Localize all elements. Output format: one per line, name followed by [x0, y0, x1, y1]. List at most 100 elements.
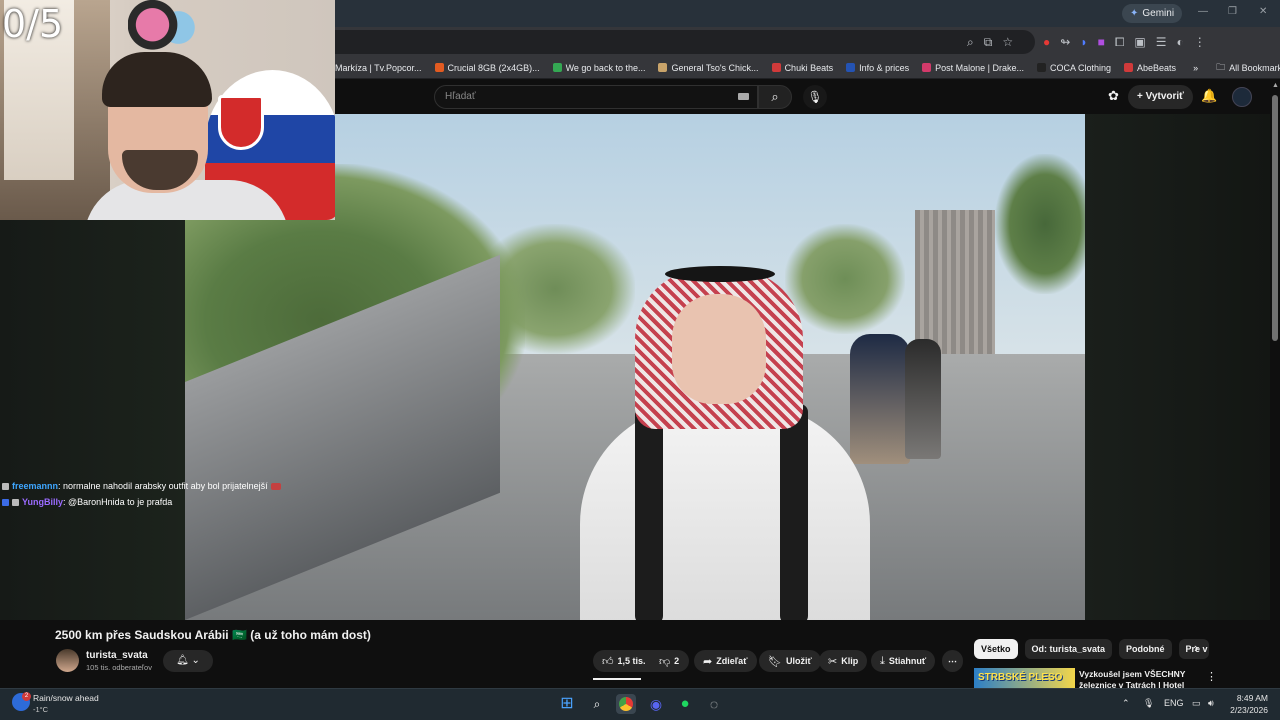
microphone-icon[interactable]: 🎙︎ [1143, 698, 1154, 709]
video-building [915, 210, 995, 355]
bookmarks-overflow-icon[interactable]: » [1193, 63, 1198, 73]
bookmark-item[interactable]: Crucial 8GB (2x4GB)... [434, 62, 540, 73]
bookmark-star-icon[interactable]: ☆ [1002, 35, 1013, 49]
spotify-icon[interactable]: ● [675, 694, 695, 714]
gear-icon[interactable]: ✿ [1108, 88, 1119, 104]
chip-from-channel[interactable]: Od: turista_svata [1024, 639, 1113, 659]
more-actions-button[interactable]: ⋯ [942, 650, 963, 672]
bookmark-label: Crucial 8GB (2x4GB)... [447, 62, 540, 73]
backpack-strap [635, 404, 663, 620]
save-button[interactable]: 🔖︎ Uložiť [759, 650, 821, 672]
bookmark-favicon-icon [552, 63, 562, 72]
bookmark-item[interactable]: Info & prices [846, 63, 909, 73]
discord-icon[interactable]: ◉ [646, 694, 666, 714]
zoom-icon[interactable]: ⌕ [967, 35, 974, 50]
create-button[interactable]: + Vytvoriť [1128, 85, 1193, 109]
weather-badge: 2 [22, 692, 31, 701]
clip-button[interactable]: ✂ Klip [819, 650, 868, 672]
cast-icon[interactable]: ⧉ [984, 35, 993, 50]
screen: ✦ Gemini — ❐ ✕ ⌕ ⧉ ☆ ● ↬ ◗ ■ ⧠ ▣ ☰ ◐ ⋮ M… [0, 0, 1280, 720]
bookmark-item[interactable]: General Tso's Chick... [658, 62, 759, 73]
language-indicator[interactable]: ENG [1164, 698, 1184, 708]
search-button[interactable]: ⌕ [758, 85, 792, 109]
page-scrollbar[interactable]: ▲ [1270, 79, 1280, 688]
clip-label: Klip [841, 656, 859, 666]
stream-chat: freemannn: normalne nahodil arabsky outf… [2, 478, 342, 510]
extension-blue-icon[interactable]: ◗ [1080, 35, 1087, 49]
chip-all[interactable]: Všetko [974, 639, 1018, 659]
bookmark-item[interactable]: Chuki Beats [771, 63, 833, 73]
user-avatar[interactable] [1232, 87, 1252, 107]
chip-related[interactable]: Podobné [1119, 639, 1172, 659]
chevron-up-icon[interactable]: ⌃ [1122, 698, 1130, 709]
gemini-button[interactable]: ✦ Gemini [1122, 4, 1183, 23]
bookmark-item[interactable]: COCA Clothing [1037, 63, 1111, 73]
chevron-down-icon: ⌄ [191, 655, 200, 666]
extension-red-icon[interactable]: ● [1043, 35, 1050, 49]
bookmark-favicon-icon [846, 63, 856, 72]
chat-message: freemannn: normalne nahodil arabsky outf… [2, 478, 342, 494]
tab-search-icon[interactable]: ▣ [1134, 35, 1145, 49]
profile-icon[interactable]: ◐ [1177, 35, 1184, 49]
like-button[interactable]: 👍︎ 1,5 tis. [593, 650, 655, 672]
close-icon[interactable]: ✕ [1259, 6, 1267, 17]
subscribed-button[interactable]: 🔔︎ ⌄ [163, 650, 213, 672]
bookmark-label: Post Malone | Drake... [935, 62, 1024, 73]
scroll-up-icon[interactable]: ▲ [1272, 82, 1279, 89]
save-label: Uložiť [785, 656, 812, 666]
recommended-title[interactable]: Vyzkoušel jsem VŠECHNY železnice v Tatrá… [1079, 669, 1189, 688]
dislike-button[interactable]: 👎︎ 2 [650, 650, 688, 672]
scrollbar-thumb[interactable] [1272, 95, 1278, 341]
minimize-icon[interactable]: — [1198, 6, 1208, 17]
thumbs-down-icon: 👎︎ [659, 655, 671, 668]
reading-list-icon[interactable]: ☰ [1156, 35, 1167, 49]
chat-message: YungBilly: @BaronHnida to je prafda [2, 494, 342, 510]
clock-date[interactable]: 2/23/2026 [1220, 705, 1268, 715]
share-label: Zdieľať [716, 656, 748, 666]
left-backdrop [0, 220, 185, 620]
obs-icon[interactable]: ◌ [704, 694, 724, 714]
maximize-icon[interactable]: ❐ [1228, 6, 1237, 17]
download-button[interactable]: ⤓ Stiahnuť [871, 650, 936, 672]
puzzle-icon[interactable]: ⧠ [1115, 35, 1125, 50]
bookmark-item[interactable]: Markíza | Tv.Popcor... [335, 63, 422, 73]
face [672, 294, 766, 404]
channel-avatar[interactable] [56, 649, 79, 672]
badge-icon [2, 483, 9, 491]
bookmark-label: COCA Clothing [1050, 62, 1112, 73]
thumbs-up-icon: 👍︎ [602, 655, 614, 668]
network-icon[interactable]: ▭ [1192, 698, 1201, 709]
address-bar[interactable] [335, 30, 1035, 54]
extension-arrow-icon[interactable]: ↬ [1060, 35, 1070, 49]
bell-icon[interactable]: 🔔 [1201, 88, 1217, 104]
windows-start-icon[interactable]: ⊞ [557, 694, 577, 714]
search-input[interactable]: Hľadať [434, 85, 758, 109]
menu-icon[interactable]: ⋮ [1194, 35, 1206, 49]
recommendation-chips: Všetko Od: turista_svata Podobné Pre v [974, 639, 1209, 659]
chevron-right-icon[interactable]: › [1194, 640, 1198, 655]
bookmark-item[interactable]: We go back to the... [552, 63, 645, 73]
like-count: 1,5 tis. [617, 656, 646, 666]
clock-time[interactable]: 8:49 AM [1236, 693, 1268, 703]
extension-purple-icon[interactable]: ■ [1098, 35, 1105, 49]
streamer-hair [102, 52, 212, 107]
dislike-count: 2 [674, 656, 680, 666]
bookmark-label: General Tso's Chick... [671, 62, 759, 73]
volume-icon[interactable]: 🔊︎ [1208, 698, 1214, 709]
keyboard-icon[interactable] [738, 93, 749, 100]
bookmark-item[interactable]: AbeBeats [1124, 63, 1176, 73]
all-bookmarks[interactable]: 🗀All Bookmarks [1216, 60, 1280, 76]
share-button[interactable]: ➦ Zdieľať [694, 650, 757, 672]
recommended-thumbnail[interactable]: STRBSKÉ PLESO [974, 668, 1075, 688]
download-icon: ⤓ [880, 654, 885, 667]
more-vert-icon[interactable]: ⋮ [1206, 670, 1217, 683]
channel-name[interactable]: turista_svata [86, 650, 148, 661]
weather-title[interactable]: Rain/snow ahead [33, 693, 99, 703]
omnibox-icons: ⌕ ⧉ ☆ [967, 32, 1013, 52]
search-icon: ⌕ [771, 89, 779, 104]
search-icon[interactable]: ⌕ [587, 694, 607, 714]
bookmark-item[interactable]: Post Malone | Drake... [922, 63, 1024, 73]
plush-toys [128, 0, 198, 55]
voice-search-button[interactable]: 🎙 [803, 85, 827, 109]
chrome-icon[interactable] [616, 694, 636, 714]
